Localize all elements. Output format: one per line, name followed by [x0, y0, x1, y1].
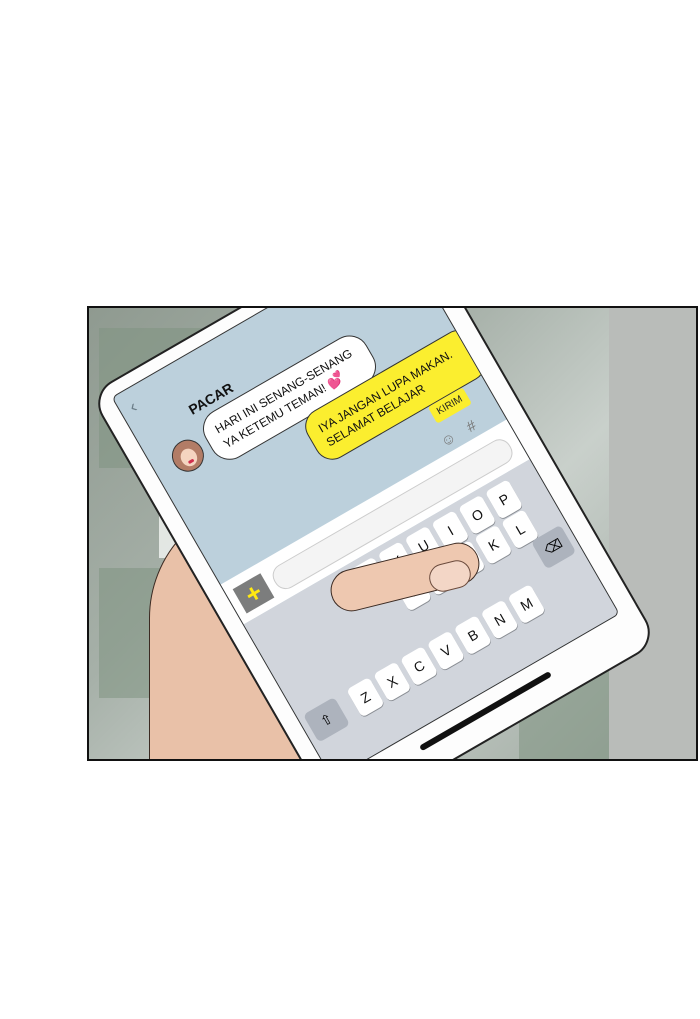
- shift-key[interactable]: ⇧: [302, 696, 351, 743]
- avatar[interactable]: [166, 433, 210, 478]
- background-pillar: [609, 308, 696, 759]
- chevron-left-icon[interactable]: ‹: [125, 396, 141, 417]
- backspace-key[interactable]: ⌫: [530, 524, 577, 570]
- avatar-face: [177, 445, 201, 470]
- comic-panel: ‹ PACAR HARI INI SENANG-SENANG YA KETEMU…: [87, 306, 698, 761]
- hashtag-icon[interactable]: #: [464, 417, 480, 436]
